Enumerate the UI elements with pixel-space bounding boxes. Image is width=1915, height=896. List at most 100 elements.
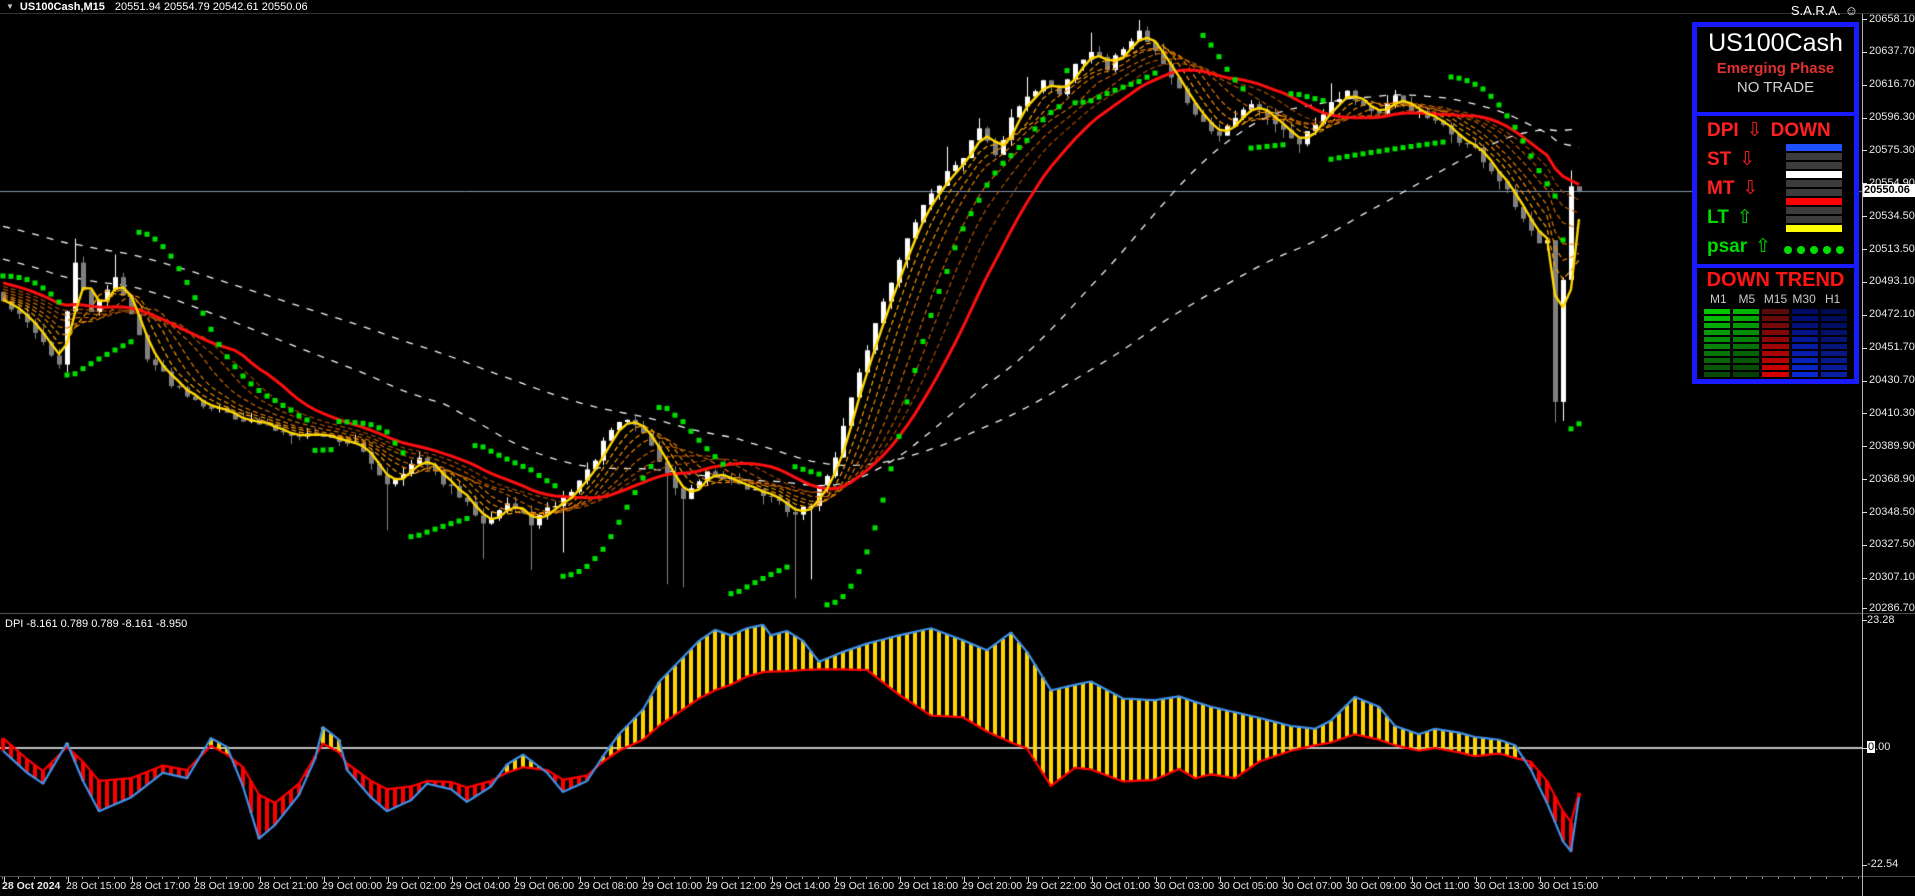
price-tick [1862,216,1867,217]
time-minor-tick [1042,877,1043,879]
time-axis-label: 28 Oct 15:00 [66,880,126,892]
time-minor-tick [1122,877,1123,879]
time-axis[interactable]: 28 Oct 202428 Oct 15:0028 Oct 17:0028 Oc… [0,877,1862,896]
time-minor-tick [1810,877,1811,879]
time-axis-label: 29 Oct 16:00 [834,880,894,892]
time-minor-tick [850,877,851,879]
time-minor-tick [1362,877,1363,879]
time-minor-tick [578,877,579,879]
time-minor-tick [882,877,883,879]
trend-segment [1704,365,1730,370]
time-minor-tick [626,877,627,879]
time-minor-tick [1778,877,1779,879]
time-minor-tick [1250,877,1251,879]
time-minor-tick [530,877,531,879]
time-minor-tick [562,877,563,879]
time-minor-tick [498,877,499,879]
time-minor-tick [930,877,931,879]
ladder-segment [1786,171,1842,178]
time-axis-label: 29 Oct 12:00 [706,880,766,892]
time-axis-label: 29 Oct 06:00 [514,880,574,892]
panel-signal-rows: DPI⇩DOWNST⇩MT⇩LT⇧psar⇧ [1697,116,1854,264]
trend-segment [1704,358,1730,363]
time-minor-tick [466,877,467,879]
time-minor-tick [386,877,387,879]
trend-segment [1733,330,1759,335]
down-arrow-icon: ⇩ [1747,119,1763,142]
time-minor-tick [1842,877,1843,879]
time-minor-tick [802,877,803,879]
time-minor-tick [418,877,419,879]
time-minor-tick [1266,877,1267,879]
time-axis-label: 29 Oct 08:00 [578,880,638,892]
time-minor-tick [2,877,3,879]
trend-segment [1762,316,1788,321]
signal-label: LT [1707,207,1729,229]
panel-header: US100Cash Emerging Phase NO TRADE [1697,28,1854,112]
price-axis-label: 20286.70 [1869,602,1915,614]
time-minor-tick [82,877,83,879]
time-minor-tick [594,877,595,879]
trend-segment [1762,323,1788,328]
price-tick [1862,446,1867,447]
trend-column-m30 [1792,309,1818,379]
trend-segment [1704,344,1730,349]
timeframe-label-m5: M5 [1733,292,1762,306]
time-minor-tick [1762,877,1763,879]
price-axis-label: 20430.70 [1869,374,1915,386]
trend-segment [1821,309,1847,314]
time-minor-tick [1218,877,1219,879]
time-minor-tick [1554,877,1555,879]
indicator-values-readout: DPI -8.161 0.789 0.789 -8.161 -8.950 [5,618,187,630]
trend-segment [1704,323,1730,328]
trend-segment [1762,309,1788,314]
chart-symbol-period: US100Cash,M15 [20,1,105,13]
time-minor-tick [194,877,195,879]
time-minor-tick [1650,877,1651,879]
trend-segment [1762,337,1788,342]
price-axis-label: 20616.70 [1869,78,1915,90]
time-minor-tick [1058,877,1059,879]
trend-segment [1704,330,1730,335]
time-minor-tick [546,877,547,879]
time-minor-tick [514,877,515,879]
trend-segment [1821,330,1847,335]
time-axis-label: 29 Oct 02:00 [386,880,446,892]
time-minor-tick [1074,877,1075,879]
price-chart-canvas[interactable] [0,14,1862,876]
time-minor-tick [370,877,371,879]
collapse-triangle-icon[interactable]: ▼ [6,2,14,11]
time-minor-tick [1714,877,1715,879]
trend-column-m15 [1762,309,1788,379]
time-minor-tick [274,877,275,879]
time-minor-tick [658,877,659,879]
indicator-scale-min: -22.54 [1867,858,1898,870]
time-minor-tick [258,877,259,879]
time-minor-tick [1730,877,1731,879]
timeframe-label-m30: M30 [1790,292,1819,306]
down-arrow-icon: ⇩ [1742,177,1758,200]
time-minor-tick [338,877,339,879]
time-minor-tick [114,877,115,879]
price-tick [1862,19,1867,20]
price-axis-label: 20307.10 [1869,571,1915,583]
trend-segment [1733,351,1759,356]
trend-segment [1762,372,1788,377]
trend-segment [1792,365,1818,370]
time-minor-tick [1282,877,1283,879]
trend-column-m1 [1704,309,1730,379]
panel-separator [1697,264,1854,268]
price-tick [1862,381,1867,382]
trend-segment [1792,316,1818,321]
sara-info-panel: US100Cash Emerging Phase NO TRADE DPI⇩DO… [1692,22,1859,384]
price-axis-label: 20534.50 [1869,210,1915,222]
time-minor-tick [946,877,947,879]
trend-segment [1792,309,1818,314]
time-minor-tick [722,877,723,879]
price-tick [1862,479,1867,480]
chart-title-bar: ▼ US100Cash,M15 20551.94 20554.79 20542.… [0,0,1915,14]
time-minor-tick [450,877,451,879]
time-minor-tick [1138,877,1139,879]
price-axis-label: 20348.50 [1869,506,1915,518]
chart-indicator-divider[interactable] [0,613,1915,614]
